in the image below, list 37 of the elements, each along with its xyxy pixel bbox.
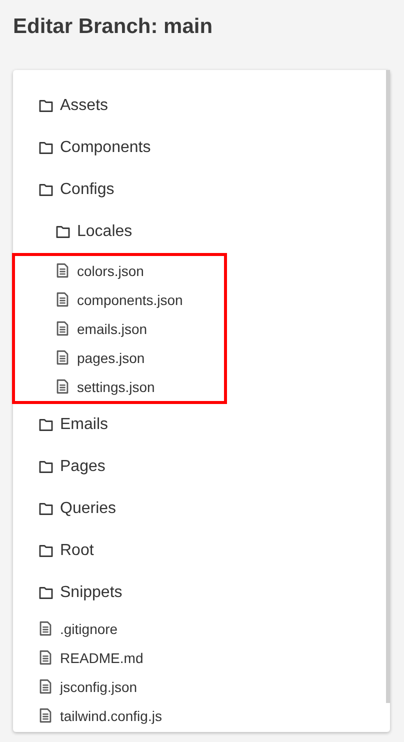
file-item[interactable]: settings.json bbox=[12, 372, 227, 404]
folder-icon bbox=[37, 97, 55, 115]
document-icon bbox=[54, 349, 71, 366]
document-icon bbox=[54, 320, 71, 337]
document-icon bbox=[54, 262, 71, 279]
folder-icon bbox=[37, 181, 55, 199]
document-icon bbox=[54, 291, 71, 308]
folder-icon bbox=[54, 223, 72, 241]
folder-item[interactable]: Assets bbox=[13, 85, 390, 127]
folder-item[interactable]: Root bbox=[13, 530, 390, 572]
folder-item[interactable]: Emails bbox=[13, 404, 390, 446]
file-item[interactable]: tailwind.config.js bbox=[13, 701, 390, 730]
folder-item[interactable]: Queries bbox=[13, 488, 390, 530]
page-title: Editar Branch: main bbox=[13, 14, 214, 40]
document-icon bbox=[37, 678, 54, 695]
file-item[interactable]: pages.json bbox=[12, 343, 227, 372]
file-item[interactable]: README.md bbox=[13, 643, 390, 672]
folder-icon bbox=[37, 500, 55, 518]
folder-icon bbox=[37, 458, 55, 476]
folder-item[interactable]: Locales bbox=[13, 211, 390, 253]
folder-item[interactable]: Pages bbox=[13, 446, 390, 488]
folder-icon bbox=[37, 416, 55, 434]
folder-item[interactable]: Configs bbox=[13, 169, 390, 211]
document-icon bbox=[54, 378, 71, 395]
file-item[interactable]: emails.json bbox=[12, 314, 227, 343]
file-item[interactable]: jsconfig.json bbox=[13, 672, 390, 701]
document-icon bbox=[37, 707, 54, 724]
document-icon bbox=[37, 649, 54, 666]
folder-icon bbox=[37, 139, 55, 157]
folder-icon bbox=[37, 542, 55, 560]
folder-item[interactable]: Snippets bbox=[13, 572, 390, 614]
folder-item[interactable]: Components bbox=[13, 127, 390, 169]
file-item[interactable]: colors.json bbox=[12, 253, 227, 285]
file-item[interactable]: components.json bbox=[12, 285, 227, 314]
file-item[interactable]: .gitignore bbox=[13, 614, 390, 643]
document-icon bbox=[37, 620, 54, 637]
folder-icon bbox=[37, 584, 55, 602]
